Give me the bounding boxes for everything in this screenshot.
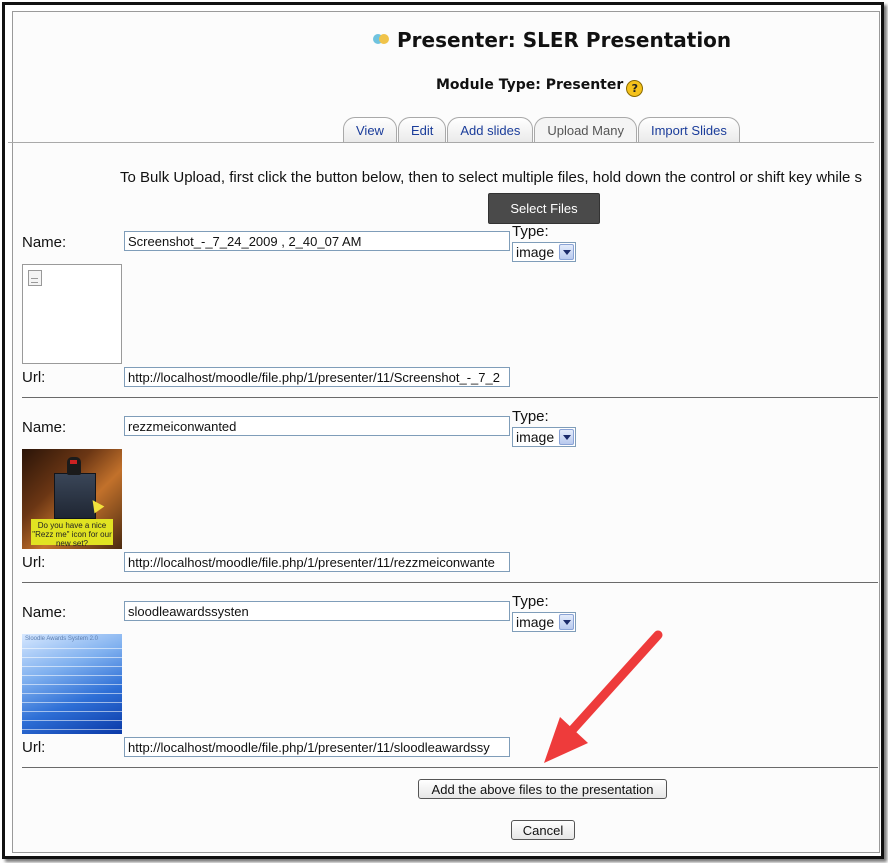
file-thumbnail: Do you have a nice "Rezz me" icon for ou…: [22, 449, 122, 549]
thumbnail-box: [54, 473, 96, 519]
file-url-input[interactable]: http://localhost/moodle/file.php/1/prese…: [124, 737, 510, 757]
thumbnail-robot: [67, 457, 81, 475]
file-name-input[interactable]: sloodleawardssysten: [124, 601, 510, 621]
file-divider: [22, 767, 878, 768]
file-name-input[interactable]: Screenshot_-_7_24_2009 , 2_40_07 AM: [124, 231, 510, 251]
select-files-button[interactable]: Select Files: [488, 193, 600, 224]
thumbnail-caption: Sloodle Awards System 2.0: [25, 636, 98, 642]
module-type: Module Type: Presenter?: [436, 77, 644, 97]
presenter-module-icon: [373, 33, 391, 45]
chevron-down-icon: [559, 244, 574, 260]
page-title-text: Presenter: SLER Presentation: [397, 28, 732, 52]
module-type-label: Module Type: Presenter: [436, 77, 624, 93]
annotation-arrow-icon: [544, 630, 663, 763]
type-select[interactable]: image: [512, 427, 576, 447]
name-label: Name:: [22, 234, 67, 251]
page-title: Presenter: SLER Presentation: [373, 28, 731, 52]
name-label: Name:: [22, 604, 67, 621]
type-select-value: image: [516, 244, 555, 260]
tab-divider: [8, 142, 874, 143]
url-label: Url:: [22, 369, 46, 386]
bulk-upload-instructions: To Bulk Upload, first click the button b…: [120, 169, 863, 186]
name-label: Name:: [22, 419, 67, 436]
tab-import-slides[interactable]: Import Slides: [637, 117, 740, 142]
tab-edit[interactable]: Edit: [397, 117, 447, 142]
chevron-down-icon: [559, 429, 574, 445]
tab-view[interactable]: View: [343, 117, 397, 142]
type-label: Type:: [512, 223, 549, 240]
url-label: Url:: [22, 554, 46, 571]
broken-image-icon: [28, 270, 42, 286]
type-select[interactable]: image: [512, 242, 576, 262]
help-icon[interactable]: ?: [626, 80, 644, 97]
file-thumbnail: Sloodle Awards System 2.0: [22, 634, 122, 734]
file-divider: [22, 397, 878, 398]
thumbnail-banner: Do you have a nice "Rezz me" icon for ou…: [31, 519, 113, 548]
url-label: Url:: [22, 739, 46, 756]
cancel-button[interactable]: Cancel: [511, 820, 575, 840]
add-files-button[interactable]: Add the above files to the presentation: [418, 779, 667, 799]
tab-upload-many[interactable]: Upload Many: [534, 117, 637, 142]
tab-add-slides[interactable]: Add slides: [447, 117, 534, 142]
type-label: Type:: [512, 408, 549, 425]
file-url-input[interactable]: http://localhost/moodle/file.php/1/prese…: [124, 552, 510, 572]
file-name-input[interactable]: rezzmeiconwanted: [124, 416, 510, 436]
type-label: Type:: [512, 593, 549, 610]
tab-bar: View Edit Add slides Upload Many Import …: [343, 117, 741, 143]
thumbnail-stripes: [22, 648, 122, 734]
file-divider: [22, 582, 878, 583]
type-select-value: image: [516, 429, 555, 445]
file-thumbnail: [22, 264, 122, 364]
file-url-input[interactable]: http://localhost/moodle/file.php/1/prese…: [124, 367, 510, 387]
